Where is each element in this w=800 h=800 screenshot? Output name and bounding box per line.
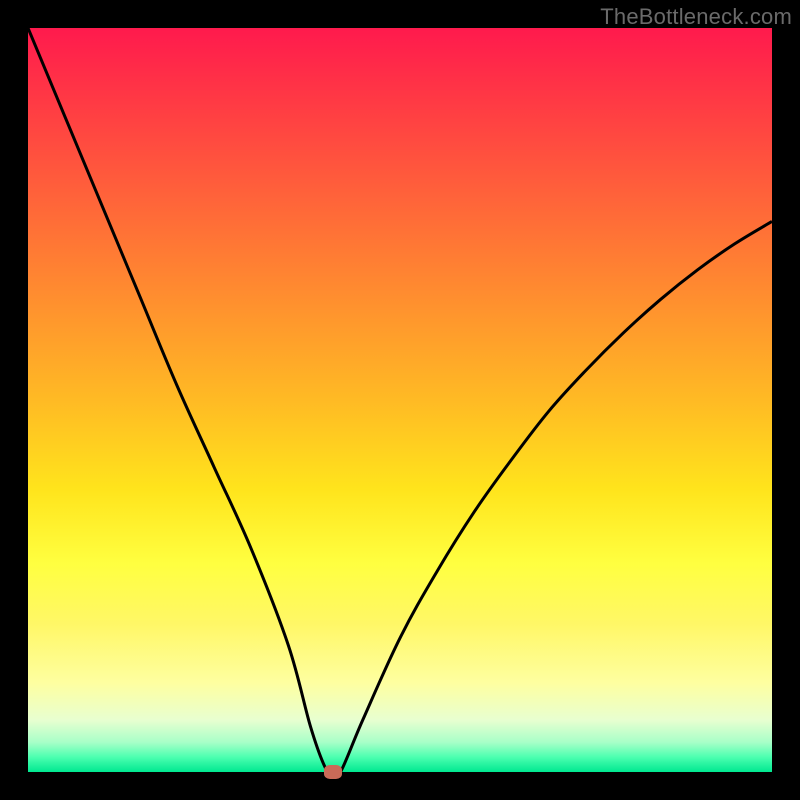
optimal-marker [324, 765, 342, 779]
bottleneck-curve-path [28, 28, 772, 772]
watermark-text: TheBottleneck.com [600, 4, 792, 30]
outer-frame: TheBottleneck.com [0, 0, 800, 800]
plot-area [28, 28, 772, 772]
curve-svg [28, 28, 772, 772]
